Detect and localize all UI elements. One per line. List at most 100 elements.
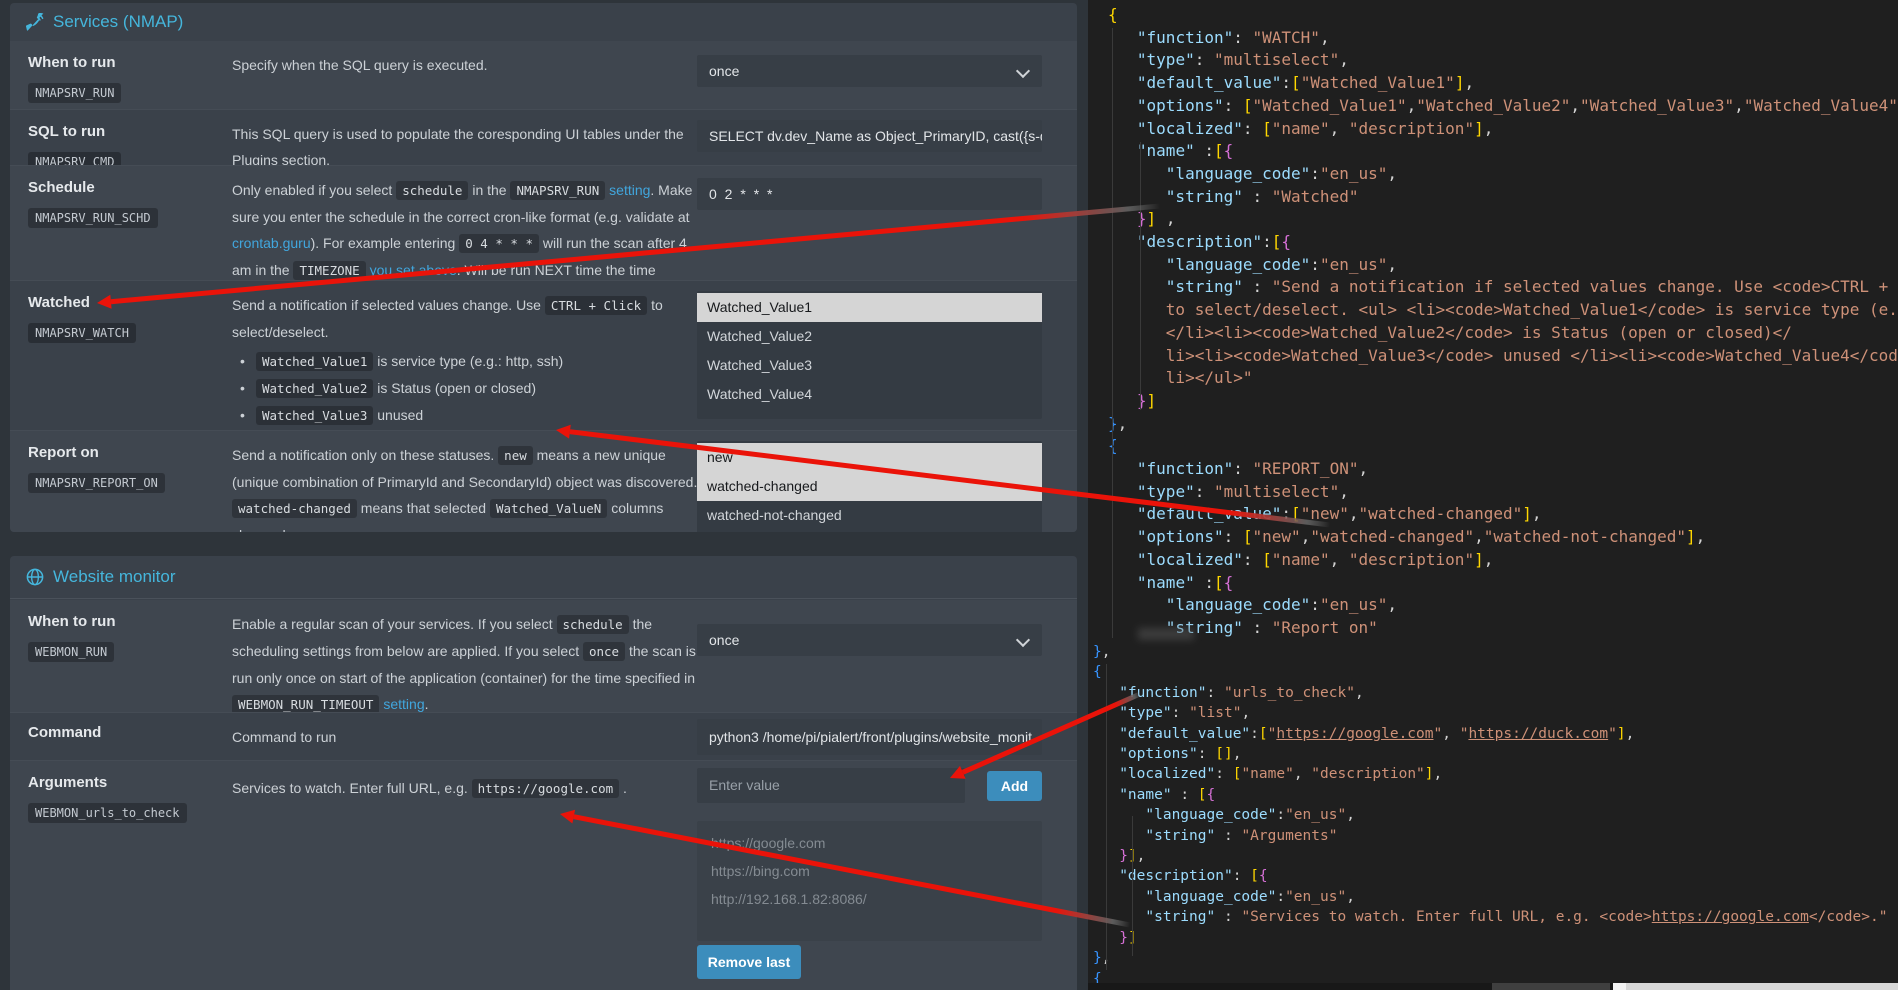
text-segment: is Status (open or closed) [373,380,536,396]
card-title: Services (NMAP) [53,12,183,32]
code-line: "description":[{ [1108,231,1898,254]
globe-icon [26,568,44,586]
multiselect-option[interactable]: new [697,443,1042,472]
multiselect-option[interactable]: watched-not-changed [697,501,1042,530]
inline-code-chip: once [583,642,625,661]
code-line: "function": "urls_to_check", [1093,683,1898,703]
nmapsrv-run-schd-input[interactable]: 0 2 * * * [697,178,1042,210]
setting-row-nmapsrv-run-schd: Schedule NMAPSRV_RUN_SCHD Only enabled i… [10,165,1077,281]
inline-code-chip: TIMEZONE [293,261,365,280]
code-line: "function": "REPORT_ON", [1108,458,1898,481]
setting-row-nmapsrv-report-on: Report on NMAPSRV_REPORT_ON Send a notif… [10,430,1077,532]
inline-code-chip: 0 4 * * * [459,234,539,253]
code-line: }, [1108,413,1898,436]
code-line: "language_code":"en_us", [1093,887,1898,907]
setting-key-badge: NMAPSRV_WATCH [28,323,136,343]
code-line: "default_value":["new","watched-changed"… [1108,503,1898,526]
code-line: "localized": ["name", "description"], [1093,764,1898,784]
multiselect-option[interactable]: watched-changed [697,472,1042,501]
services-nmap-header: Services (NMAP) [10,3,1077,42]
text-segment: Only enabled if you select [232,182,396,198]
indent-guide [1112,28,1113,638]
setting-label: Watched [28,294,218,311]
code-line: "language_code":"en_us", [1093,805,1898,825]
setting-label: SQL to run [28,123,218,140]
multiselect-option[interactable]: Watched_Value2 [697,322,1042,351]
code-line: { [1093,662,1898,682]
text-segment: This SQL query is used to populate the c… [232,126,684,166]
inline-code-chip: Watched_Value2 [256,379,373,398]
code-line: "string" : "Services to watch. Enter ful… [1093,907,1898,927]
setting-description: Specify when the SQL query is executed. [232,52,704,78]
code-line: "options": ["new","watched-changed","wat… [1108,526,1898,549]
code-line: "default_value":["Watched_Value1"], [1108,72,1898,95]
inline-link[interactable]: you set above [370,262,457,278]
inline-link[interactable]: crontab.guru [232,235,311,251]
text-segment: Services to watch. Enter full URL, e.g. [232,780,472,796]
code-line: { [1108,435,1898,458]
url-list-item: http://192.168.1.82:8086/ [697,885,1042,913]
multiselect-option[interactable]: Watched_Value1 [697,293,1042,322]
inline-code-chip: CTRL + Click [545,296,647,315]
code-seam-ghost [1138,628,1194,640]
multiselect-option[interactable]: Watched_Value3 [697,351,1042,380]
list-item: Watched_Value2 is Status (open or closed… [232,375,704,402]
indent-guide [1132,816,1133,956]
code-line: }] [1093,928,1898,948]
settings-page: Services (NMAP) When to run NMAPSRV_RUN … [0,0,1898,990]
code-line: "type": "multiselect", [1108,481,1898,504]
text-segment: means that selected [357,500,490,516]
add-button[interactable]: Add [987,771,1042,801]
setting-label: Schedule [28,179,218,196]
inline-code-chip: schedule [557,615,629,634]
inline-code-chip: WEBMON_RUN_TIMEOUT [232,695,379,712]
code-line: }, [1093,948,1898,968]
url-list[interactable]: https://google.comhttps://bing.comhttp:/… [697,821,1042,941]
nmapsrv-cmd-input[interactable]: SELECT dv.dev_Name as Object_PrimaryID, … [697,120,1042,152]
indent-guide [1140,142,1141,410]
phone-volume-icon [26,13,44,31]
scrollbar-thumb[interactable] [1492,983,1610,990]
setting-key-badge: NMAPSRV_REPORT_ON [28,473,165,493]
setting-label: Command [28,724,218,741]
inline-link[interactable]: setting [383,696,424,712]
code-line: "string" : "Report on" [1108,617,1898,640]
select-value: once [709,632,739,648]
setting-key-badge: NMAPSRV_CMD [28,152,121,166]
inline-code-chip: new [498,446,533,465]
webmon-run-select[interactable]: once [697,624,1042,656]
multiselect-option[interactable]: Watched_Value4 [697,380,1042,409]
code-line: "type": "multiselect", [1108,49,1898,72]
setting-label: When to run [28,613,218,630]
remove-last-button[interactable]: Remove last [697,945,801,979]
inline-link[interactable]: setting [609,182,650,198]
text-segment: . [619,780,627,796]
select-value: once [709,63,739,79]
code-line: "options": [], [1093,744,1898,764]
setting-description: Command to run [232,724,704,750]
setting-label: Arguments [28,774,218,791]
code-line: "description": [{ [1093,866,1898,886]
code-line: "string" : "Arguments" [1093,826,1898,846]
json-code-editor: { "function": "WATCH", "type": "multisel… [1088,0,1898,990]
code-line: "string" : "Send a notification if selec… [1108,276,1898,299]
nmapsrv-run-select[interactable]: once [697,55,1042,87]
url-entry-input[interactable]: Enter value [697,768,965,803]
webmon-command-input[interactable]: python3 /home/pi/pialert/front/plugins/w… [697,719,1042,755]
setting-row-webmon-command: Command Command to run python3 /home/pi/… [10,712,1077,761]
inline-code-chip: https://google.com [472,779,619,798]
code-line: "name" :[{ [1108,572,1898,595]
code-line: "type": "list", [1093,703,1898,723]
code-line: }], [1093,846,1898,866]
code-line: "language_code":"en_us", [1108,594,1898,617]
text-segment: Enable a regular scan of your services. … [232,616,557,632]
setting-description: Enable a regular scan of your services. … [232,611,704,712]
code-line: </li><li><code>Watched_Value2</code> is … [1108,322,1898,345]
watched-multiselect[interactable]: Watched_Value1Watched_Value2Watched_Valu… [697,291,1042,419]
code-line: "name" :[{ [1108,140,1898,163]
setting-description: Send a notification if selected values c… [232,292,704,431]
setting-row-webmon-urls: Arguments WEBMON_urls_to_check Services … [10,760,1077,990]
inline-code-chip: watched-changed [232,499,357,518]
report-on-multiselect[interactable]: newwatched-changedwatched-not-changed [697,441,1042,532]
text-segment: is service type (e.g.: http, ssh) [373,353,563,369]
